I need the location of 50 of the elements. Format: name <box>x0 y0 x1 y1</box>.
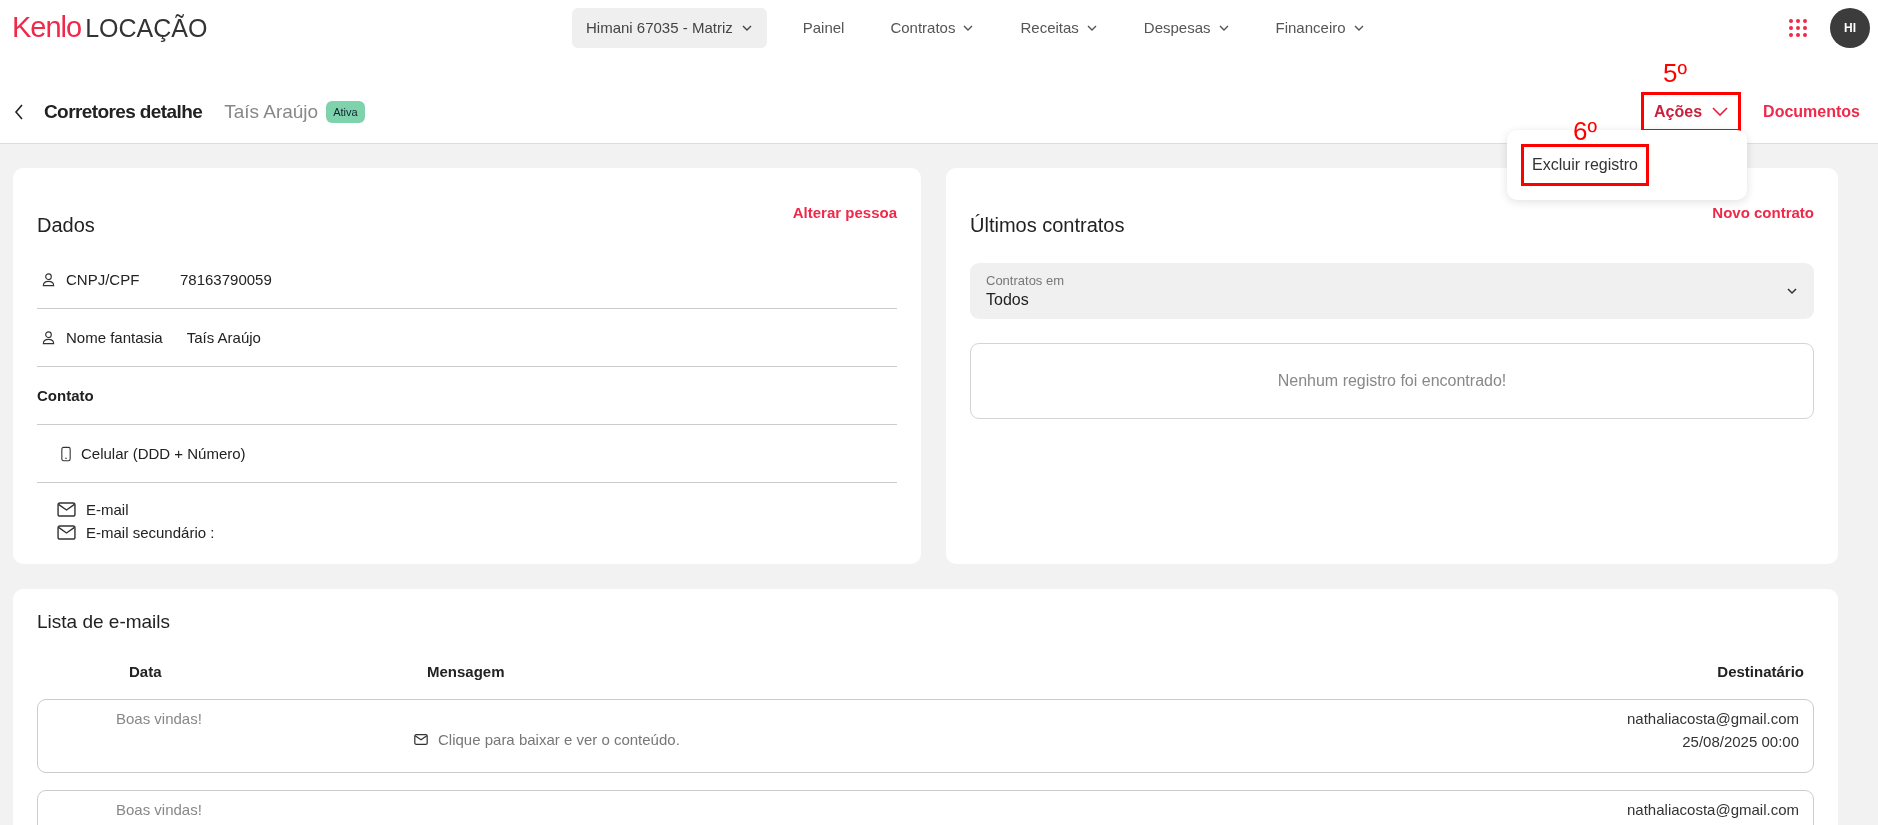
chevron-down-icon <box>1712 107 1729 117</box>
nav-menu-item[interactable]: Receitas <box>1000 7 1118 48</box>
status-badge: Ativa <box>326 101 365 123</box>
nav-menu-item[interactable]: Despesas <box>1123 7 1250 48</box>
envelope-icon <box>57 525 76 540</box>
field-value: 78163790059 <box>180 271 272 288</box>
field-value: Taís Araújo <box>186 329 261 346</box>
chevron-down-icon <box>1786 285 1798 297</box>
field-label: E-mail <box>86 501 130 518</box>
person-icon <box>41 272 56 287</box>
column-header: Data <box>129 663 163 682</box>
person-name: Taís Araújo <box>224 101 319 123</box>
card-title: Lista de e-mails <box>37 611 172 633</box>
email-row[interactable]: Boas vindas! nathaliacosta@gmail.com <box>37 790 1814 825</box>
branch-selector[interactable]: Himani 67035 - Matriz <box>572 7 767 48</box>
empty-message: Nenhum registro foi encontrado! <box>1277 372 1507 390</box>
card-title: Dados <box>37 214 95 237</box>
menu-item[interactable]: Excluir registro <box>1521 144 1649 186</box>
field-label: Celular (DDD + Número) <box>81 445 246 462</box>
new-contract-link[interactable]: Novo contrato <box>1712 204 1814 221</box>
contracts-filter-select[interactable]: Contratos em Todos <box>970 263 1814 319</box>
change-person-link[interactable]: Alterar pessoa <box>792 204 897 221</box>
documents-link[interactable]: Documentos <box>1763 103 1860 121</box>
recipient-email: nathaliacosta@gmail.com <box>1627 710 1799 727</box>
envelope-icon <box>57 502 76 517</box>
envelope-icon <box>414 733 428 745</box>
phone-icon <box>61 445 71 462</box>
field-label: Nome fantasia <box>66 329 163 346</box>
person-icon <box>41 330 56 345</box>
page-title: Corretores detalhe <box>44 101 203 123</box>
field-label: CNPJ/CPF <box>66 271 141 288</box>
nav-menu-item[interactable]: Financeiro <box>1255 7 1385 48</box>
email-subject: Boas vindas! <box>116 801 203 820</box>
annotation-label: 5º <box>1663 60 1688 86</box>
logo[interactable]: Kenlo LOCAÇÃO <box>12 11 572 44</box>
nav-menu-item[interactable]: Contratos <box>870 7 995 48</box>
email-subject: Boas vindas! <box>116 710 203 729</box>
apps-grid-icon[interactable] <box>1788 17 1808 38</box>
field-label: E-mail secundário : <box>86 524 215 541</box>
user-avatar[interactable]: HI <box>1830 7 1870 48</box>
column-header: Mensagem <box>427 663 506 682</box>
column-header: Destinatário <box>1717 663 1804 682</box>
download-message: Clique para baixar e ver o conteúdo. <box>438 730 680 748</box>
nav-menu-item[interactable]: Painel <box>782 7 865 48</box>
section-heading: Contato <box>37 387 94 404</box>
annotation-label: 6º <box>1573 118 1598 144</box>
recipient-email: nathaliacosta@gmail.com <box>1627 801 1799 818</box>
card-title: Últimos contratos <box>970 214 1125 237</box>
email-row[interactable]: Boas vindas! Clique para baixar e ver o conteúdo. nathaliacosta@gmail.com 25/08/2025 00:00 <box>37 699 1814 773</box>
sent-date: 25/08/2025 00:00 <box>1682 733 1799 750</box>
